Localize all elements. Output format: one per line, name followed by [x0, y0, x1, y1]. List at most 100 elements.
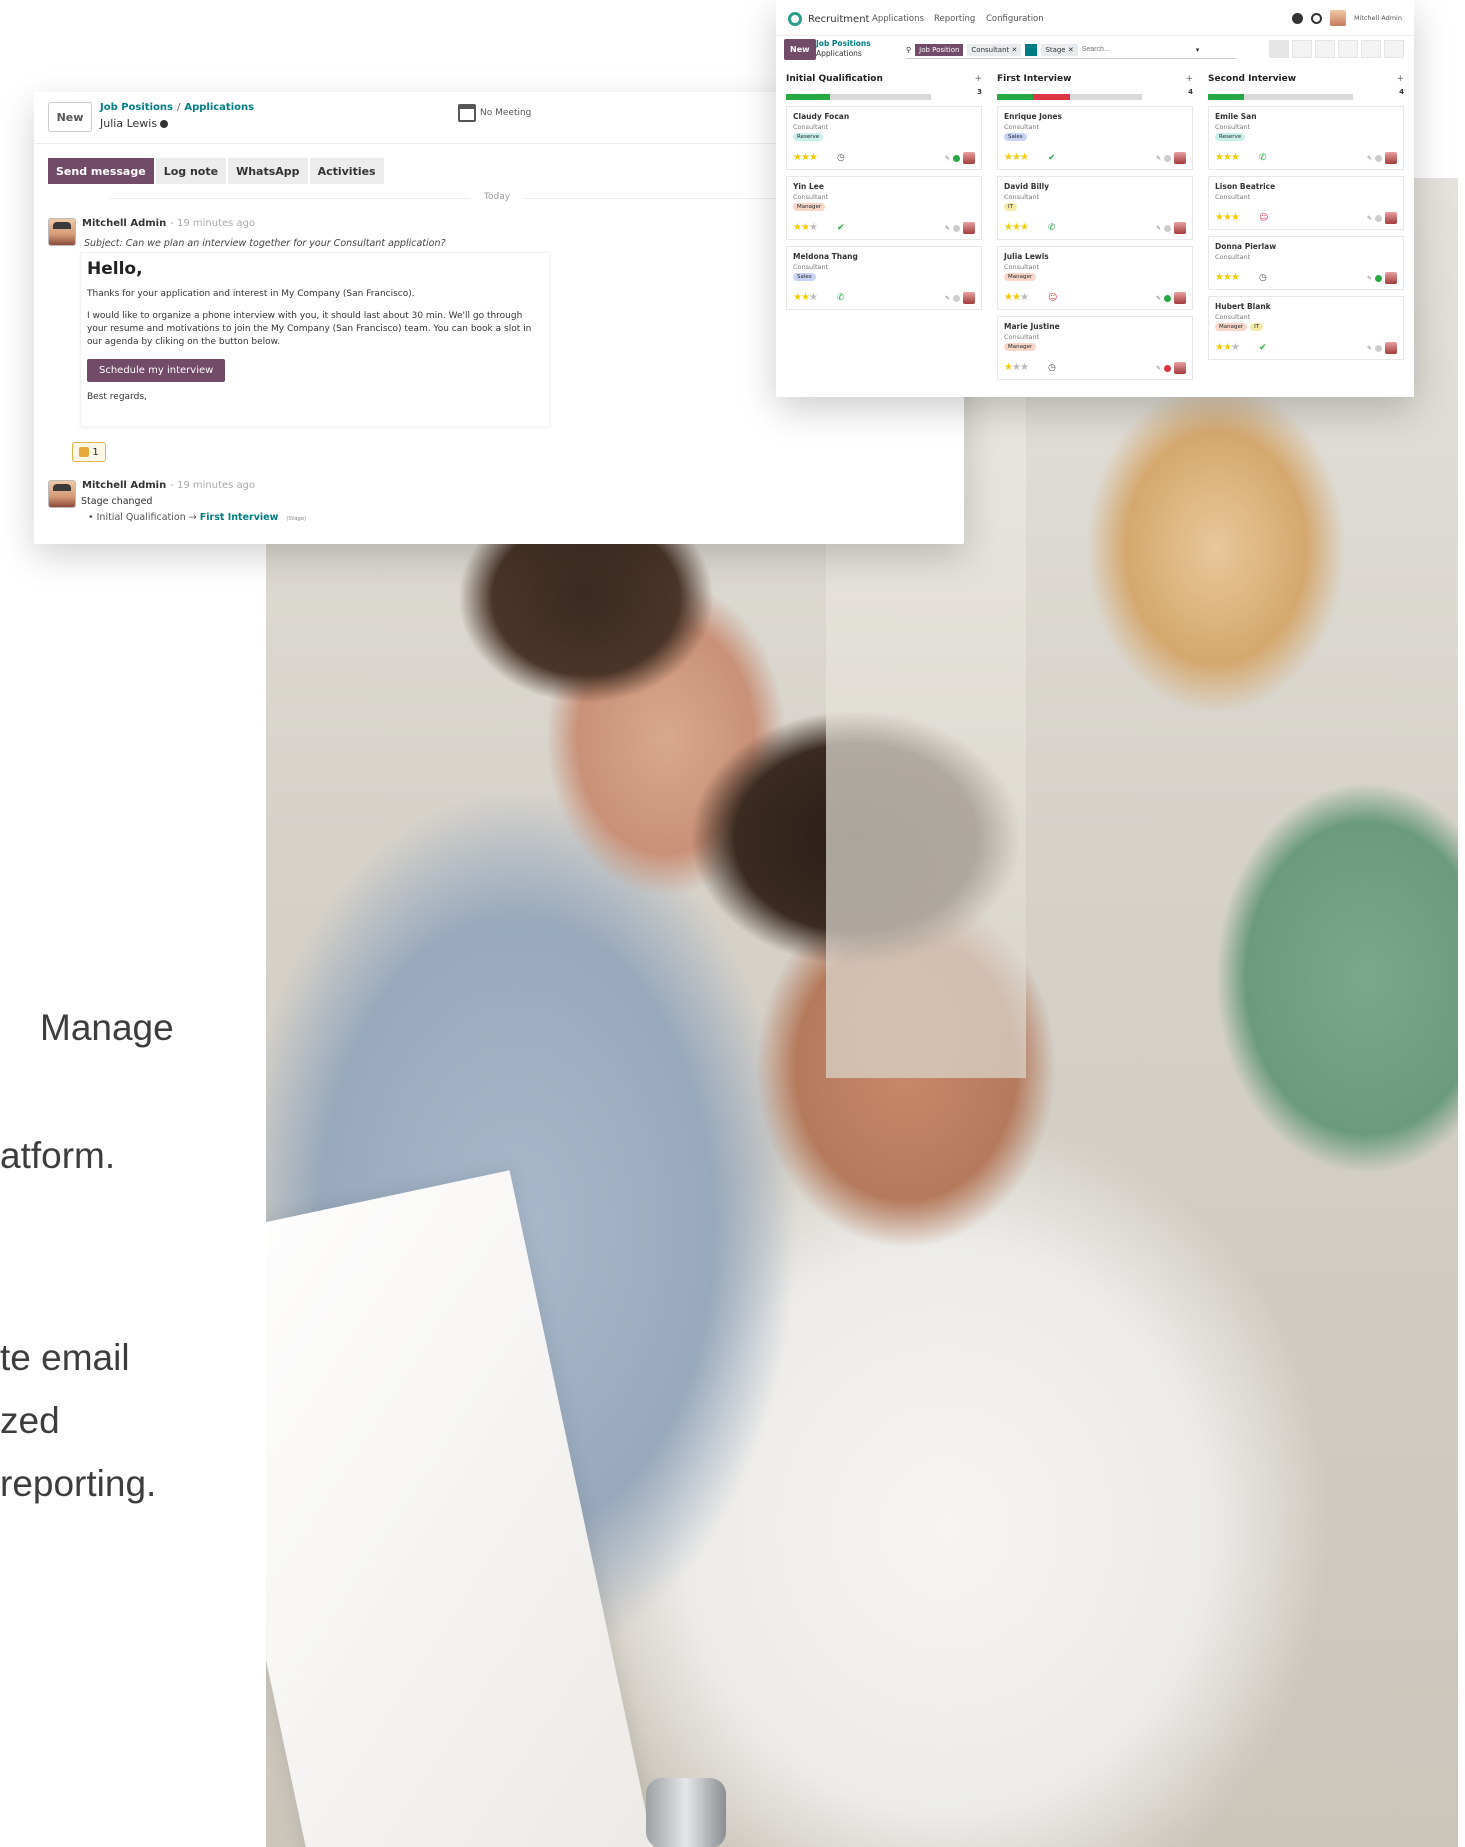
kanban-card[interactable]: Julia Lewis Consultant Manager ★★★ ☺ ✎: [997, 246, 1193, 310]
whatsapp-button[interactable]: WhatsApp: [228, 158, 308, 184]
kanban-card[interactable]: Lison Beatrice Consultant ★★★ ☺ ✎: [1208, 176, 1404, 230]
priority-stars[interactable]: ★★★: [1215, 342, 1240, 353]
activity-icon[interactable]: ☺: [1259, 213, 1268, 223]
star-icon[interactable]: ★: [1215, 272, 1224, 283]
status-dot-icon[interactable]: [953, 294, 960, 302]
calendar-view-icon[interactable]: [1338, 40, 1358, 58]
kanban-card[interactable]: Marie Justine Consultant Manager ★★★ ◷ ✎: [997, 316, 1193, 380]
priority-stars[interactable]: ★★★: [1004, 362, 1029, 373]
search-facet-value[interactable]: Consultant ✕: [967, 43, 1022, 56]
status-dot-icon[interactable]: [1375, 154, 1382, 162]
status-dot-icon[interactable]: [953, 224, 960, 232]
add-card-icon[interactable]: +: [1185, 74, 1193, 84]
status-dot-icon[interactable]: [1164, 294, 1171, 302]
star-icon[interactable]: ★: [1004, 362, 1013, 373]
breadcrumb-current[interactable]: Applications: [184, 102, 254, 113]
activity-view-icon[interactable]: [1384, 40, 1404, 58]
status-dot-icon[interactable]: [953, 154, 960, 162]
kanban-card[interactable]: Meldona Thang Consultant Sales ★★★ ✆ ✎: [786, 246, 982, 310]
star-icon[interactable]: ★: [1012, 152, 1021, 163]
star-icon[interactable]: ★: [1223, 342, 1232, 353]
clock-icon[interactable]: [1310, 12, 1322, 24]
user-name[interactable]: Mitchell Admin: [1354, 14, 1402, 22]
menu-applications[interactable]: Applications: [872, 14, 924, 24]
log-note-button[interactable]: Log note: [155, 158, 227, 184]
column-progress-bar[interactable]: [786, 94, 931, 100]
star-icon[interactable]: ★: [1223, 152, 1232, 163]
chat-icon[interactable]: [1291, 12, 1303, 24]
new-button[interactable]: New: [48, 102, 92, 132]
activity-icon[interactable]: ◷: [1259, 273, 1267, 283]
menu-reporting[interactable]: Reporting: [934, 14, 975, 24]
star-icon[interactable]: ★: [809, 152, 818, 163]
star-icon[interactable]: ★: [809, 222, 818, 233]
send-message-button[interactable]: Send message: [48, 158, 154, 184]
status-dot-icon[interactable]: [1375, 274, 1382, 282]
star-icon[interactable]: ★: [1223, 272, 1232, 283]
kanban-new-button[interactable]: New: [784, 39, 816, 60]
priority-stars[interactable]: ★★★: [793, 292, 818, 303]
star-icon[interactable]: ★: [801, 222, 810, 233]
search-input[interactable]: [1081, 46, 1192, 53]
activity-icon[interactable]: ◷: [837, 153, 845, 163]
add-card-icon[interactable]: +: [1396, 74, 1404, 84]
activities-button[interactable]: Activities: [309, 158, 384, 184]
star-icon[interactable]: ★: [1020, 222, 1029, 233]
star-icon[interactable]: ★: [793, 292, 802, 303]
reaction-badge[interactable]: 1: [72, 442, 106, 462]
user-avatar[interactable]: [1329, 10, 1346, 26]
breadcrumb-parent[interactable]: Job Positions: [100, 102, 173, 113]
priority-stars[interactable]: ★★★: [1004, 222, 1029, 233]
kanban-card[interactable]: David Billy Consultant IT ★★★ ✆ ✎: [997, 176, 1193, 240]
kanban-card[interactable]: Claudy Focan Consultant Reserve ★★★ ◷ ✎: [786, 106, 982, 170]
activity-icon[interactable]: ✔: [1048, 153, 1056, 163]
kanban-card[interactable]: Yin Lee Consultant Manager ★★★ ✔ ✎: [786, 176, 982, 240]
status-dot-icon[interactable]: [1164, 224, 1171, 232]
star-icon[interactable]: ★: [1004, 292, 1013, 303]
status-dot-icon[interactable]: [1164, 154, 1171, 162]
activity-icon[interactable]: ☺: [1048, 293, 1057, 303]
kanban-card[interactable]: Donna Pierlaw Consultant ★★★ ◷ ✎: [1208, 236, 1404, 290]
kanban-view-icon[interactable]: [1269, 40, 1289, 58]
star-icon[interactable]: ★: [793, 222, 802, 233]
star-icon[interactable]: ★: [1020, 362, 1029, 373]
column-title-text[interactable]: Initial Qualification: [786, 74, 883, 84]
activity-icon[interactable]: ✔: [1259, 343, 1267, 353]
star-icon[interactable]: ★: [1215, 342, 1224, 353]
star-icon[interactable]: ★: [1012, 362, 1021, 373]
priority-stars[interactable]: ★★★: [1215, 212, 1240, 223]
activity-icon[interactable]: ✆: [1259, 153, 1267, 163]
column-title-text[interactable]: Second Interview: [1208, 74, 1296, 84]
star-icon[interactable]: ★: [1004, 152, 1013, 163]
priority-stars[interactable]: ★★★: [1215, 152, 1240, 163]
graph-view-icon[interactable]: [1315, 40, 1335, 58]
kanban-card[interactable]: Emile San Consultant Reserve ★★★ ✆ ✎: [1208, 106, 1404, 170]
chevron-down-icon[interactable]: ▾: [1196, 46, 1200, 54]
avatar[interactable]: [48, 218, 76, 246]
meeting-button[interactable]: No Meeting: [458, 104, 531, 122]
priority-stars[interactable]: ★★★: [1215, 272, 1240, 283]
list-view-icon[interactable]: [1292, 40, 1312, 58]
star-icon[interactable]: ★: [1231, 342, 1240, 353]
activity-icon[interactable]: ✔: [837, 223, 845, 233]
add-card-icon[interactable]: +: [974, 74, 982, 84]
column-title-text[interactable]: First Interview: [997, 74, 1071, 84]
status-dot-icon[interactable]: [1164, 364, 1171, 372]
kanban-card[interactable]: Hubert Blank Consultant Manager IT ★★★ ✔ ✎: [1208, 296, 1404, 360]
breadcrumb-parent[interactable]: Job Positions: [816, 39, 871, 49]
star-icon[interactable]: ★: [1231, 212, 1240, 223]
column-progress-bar[interactable]: [997, 94, 1142, 100]
status-dot-icon[interactable]: [1375, 214, 1382, 222]
author-name[interactable]: Mitchell Admin: [82, 218, 166, 229]
priority-stars[interactable]: ★★★: [793, 222, 818, 233]
search-bar[interactable]: ⚲ Job Position Consultant ✕ Stage ✕ ▾: [906, 41, 1236, 59]
star-icon[interactable]: ★: [793, 152, 802, 163]
author-name[interactable]: Mitchell Admin: [82, 480, 166, 491]
pivot-view-icon[interactable]: [1361, 40, 1381, 58]
priority-stars[interactable]: ★★★: [793, 152, 818, 163]
activity-icon[interactable]: ✆: [1048, 223, 1056, 233]
activity-icon[interactable]: ✆: [837, 293, 845, 303]
star-icon[interactable]: ★: [1020, 292, 1029, 303]
search-facet[interactable]: Job Position: [915, 43, 964, 56]
star-icon[interactable]: ★: [1215, 212, 1224, 223]
